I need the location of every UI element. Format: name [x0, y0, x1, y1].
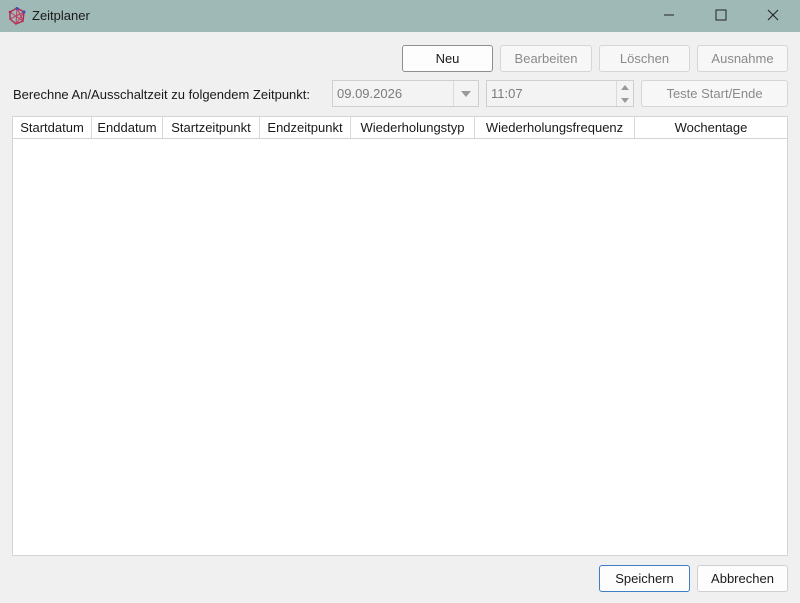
- minimize-button[interactable]: [646, 0, 692, 32]
- date-value: 09.09.2026: [337, 86, 403, 101]
- chevron-down-icon[interactable]: [453, 81, 478, 106]
- calc-time-label: Berechne An/Ausschaltzeit zu folgendem Z…: [13, 87, 311, 102]
- maximize-button[interactable]: [698, 0, 744, 32]
- table-header: Startdatum Enddatum Startzeitpunkt Endze…: [13, 117, 787, 139]
- schedule-table[interactable]: Startdatum Enddatum Startzeitpunkt Endze…: [12, 116, 788, 556]
- column-header-wiederholungstyp[interactable]: Wiederholungstyp: [351, 117, 475, 138]
- minimize-icon: [663, 9, 675, 24]
- time-value: 11:07: [491, 86, 523, 101]
- time-spinner[interactable]: 11:07: [486, 80, 634, 107]
- new-button[interactable]: Neu: [402, 45, 493, 72]
- close-icon: [767, 9, 779, 24]
- edit-button[interactable]: Bearbeiten: [500, 45, 592, 72]
- column-header-wochentage[interactable]: Wochentage: [635, 117, 787, 138]
- app-logo-icon: [7, 6, 27, 26]
- time-spinner-controls: [616, 81, 633, 106]
- test-start-end-button[interactable]: Teste Start/Ende: [641, 80, 788, 107]
- title-bar: Zeitplaner: [0, 0, 800, 32]
- delete-button[interactable]: Löschen: [599, 45, 690, 72]
- column-header-wiederholungsfrequenz[interactable]: Wiederholungsfrequenz: [475, 117, 635, 138]
- column-header-endzeitpunkt[interactable]: Endzeitpunkt: [260, 117, 351, 138]
- spin-up-icon[interactable]: [617, 81, 633, 93]
- column-header-startzeitpunkt[interactable]: Startzeitpunkt: [163, 117, 260, 138]
- spin-down-icon[interactable]: [617, 94, 633, 106]
- column-header-enddatum[interactable]: Enddatum: [92, 117, 163, 138]
- date-picker[interactable]: 09.09.2026: [332, 80, 479, 107]
- save-button[interactable]: Speichern: [599, 565, 690, 592]
- exception-button[interactable]: Ausnahme: [697, 45, 788, 72]
- cancel-button[interactable]: Abbrechen: [697, 565, 788, 592]
- close-button[interactable]: [750, 0, 796, 32]
- window-title: Zeitplaner: [32, 8, 90, 23]
- maximize-icon: [715, 9, 727, 24]
- column-header-startdatum[interactable]: Startdatum: [13, 117, 92, 138]
